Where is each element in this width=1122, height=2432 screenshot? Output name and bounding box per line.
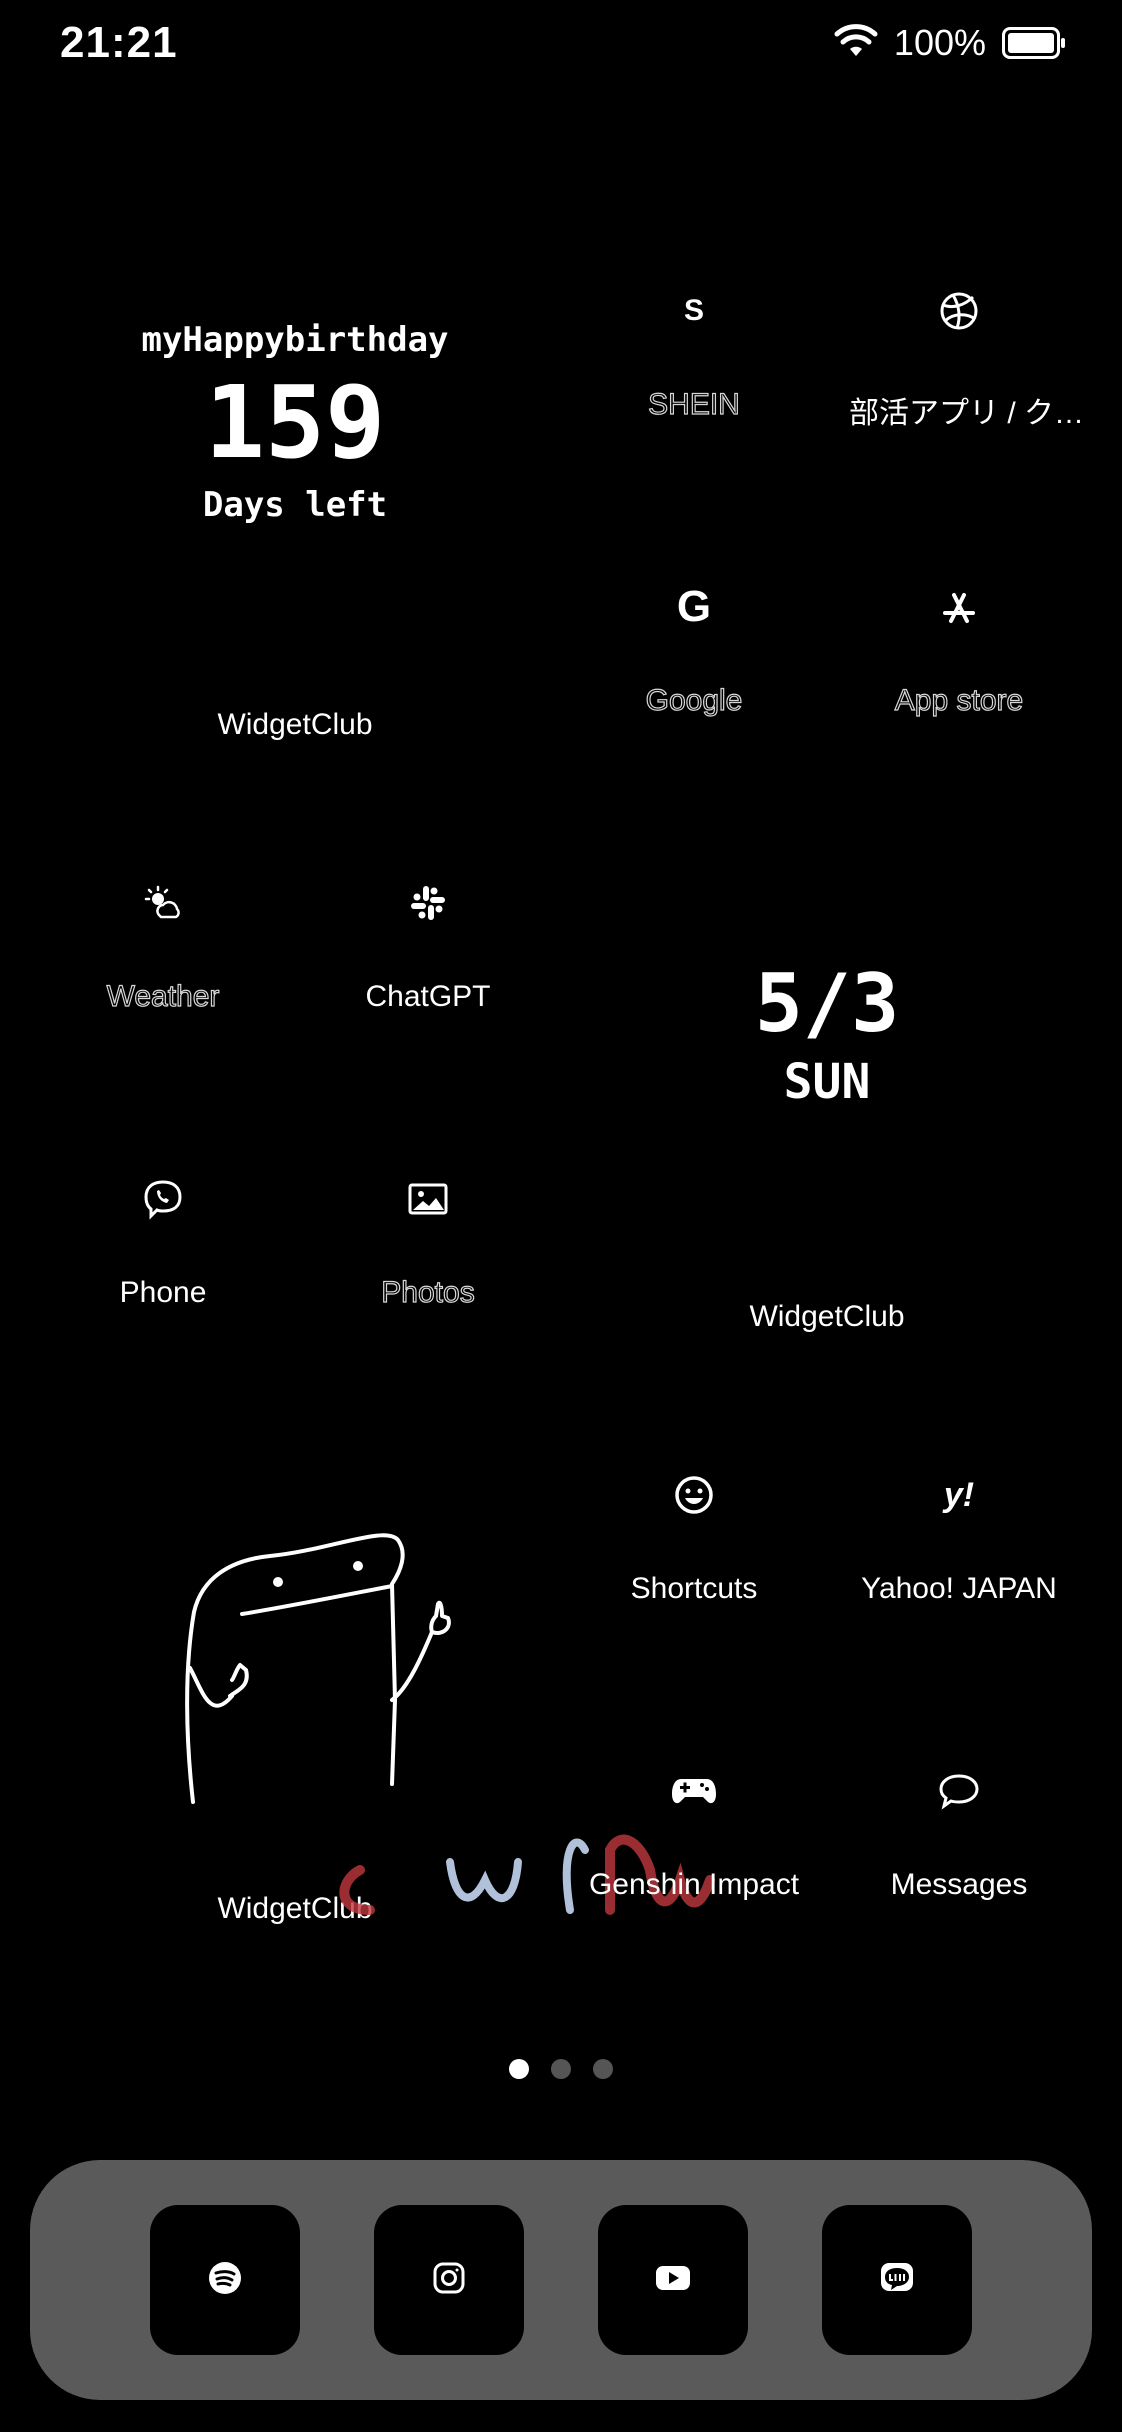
page-dot-3[interactable] xyxy=(593,2059,613,2079)
page-dot-1[interactable] xyxy=(509,2059,529,2079)
app-google[interactable]: G Google xyxy=(584,572,804,718)
instagram-icon xyxy=(432,2261,466,2300)
dock xyxy=(30,2160,1092,2400)
app-name: Shortcuts xyxy=(630,1572,758,1605)
app-yahoo[interactable]: y! Yahoo! JAPAN xyxy=(849,1460,1069,1606)
status-right: 100% xyxy=(834,22,1065,64)
app-genshin[interactable]: Genshin Impact xyxy=(584,1756,804,1902)
google-icon: G xyxy=(676,582,712,631)
dock-app-line[interactable] xyxy=(822,2205,972,2355)
basketball-icon xyxy=(849,276,1069,346)
app-messages[interactable]: Messages xyxy=(849,1756,1069,1902)
birthday-widget-label: WidgetClub xyxy=(217,708,373,741)
app-store-icon xyxy=(849,572,1069,642)
app-name: Weather xyxy=(106,979,220,1013)
youtube-icon xyxy=(655,2265,691,2296)
chat-bubble-icon xyxy=(849,1756,1069,1826)
battery-percentage: 100% xyxy=(893,22,986,63)
app-shein[interactable]: S SHEIN xyxy=(584,276,804,422)
app-name: Phone xyxy=(119,1276,207,1309)
app-weather[interactable]: Weather xyxy=(53,868,273,1014)
app-shortcuts[interactable]: Shortcuts xyxy=(584,1460,804,1606)
status-time: 21:21 xyxy=(60,18,178,67)
dock-app-youtube[interactable] xyxy=(598,2205,748,2355)
weather-icon xyxy=(53,868,273,938)
app-name: App store xyxy=(894,683,1024,717)
image-icon xyxy=(318,1164,538,1234)
day-value: SUN xyxy=(783,1054,871,1110)
app-photos[interactable]: Photos xyxy=(318,1164,538,1310)
birthday-subtitle: Days left xyxy=(202,485,388,525)
wifi-icon xyxy=(834,23,878,63)
app-app-store[interactable]: App store xyxy=(849,572,1069,718)
birthday-widget[interactable]: myHappybirthday 159 Days left xyxy=(60,320,530,525)
app-name: Google xyxy=(645,683,743,717)
birthday-title: myHappybirthday xyxy=(141,320,449,360)
slack-icon xyxy=(318,868,538,938)
doodle-illustration xyxy=(185,1533,451,1804)
app-phone[interactable]: Phone xyxy=(53,1164,273,1310)
app-name: 部活アプリ / ク… xyxy=(849,397,1085,430)
app-name: Photos xyxy=(381,1275,476,1309)
page-indicator[interactable] xyxy=(509,2059,613,2079)
app-name: Yahoo! JAPAN xyxy=(861,1572,1057,1605)
app-name: ChatGPT xyxy=(365,980,491,1013)
app-chatgpt[interactable]: ChatGPT xyxy=(318,868,538,1014)
date-widget-label: WidgetClub xyxy=(749,1300,905,1333)
drawing-widget[interactable] xyxy=(160,1500,490,1830)
app-bukatsu[interactable]: 部活アプリ / ク… xyxy=(849,276,1085,432)
app-name: Messages xyxy=(890,1868,1028,1901)
page-dot-2[interactable] xyxy=(551,2059,571,2079)
line-icon xyxy=(879,2261,915,2300)
birthday-count: 159 xyxy=(204,364,386,481)
battery-icon xyxy=(1002,27,1065,59)
app-name: SHEIN xyxy=(648,387,741,421)
spotify-icon xyxy=(207,2260,243,2301)
app-name: Genshin Impact xyxy=(588,1868,800,1901)
shein-icon: S xyxy=(683,294,704,327)
yahoo-icon: y! xyxy=(943,1475,975,1514)
date-value: 5/3 xyxy=(754,957,900,1050)
dock-app-instagram[interactable] xyxy=(374,2205,524,2355)
date-widget[interactable]: 5/3 SUN xyxy=(592,957,1062,1111)
dock-app-spotify[interactable] xyxy=(150,2205,300,2355)
gamepad-icon xyxy=(584,1756,804,1826)
viber-phone-icon xyxy=(53,1164,273,1234)
smiley-icon xyxy=(584,1460,804,1530)
